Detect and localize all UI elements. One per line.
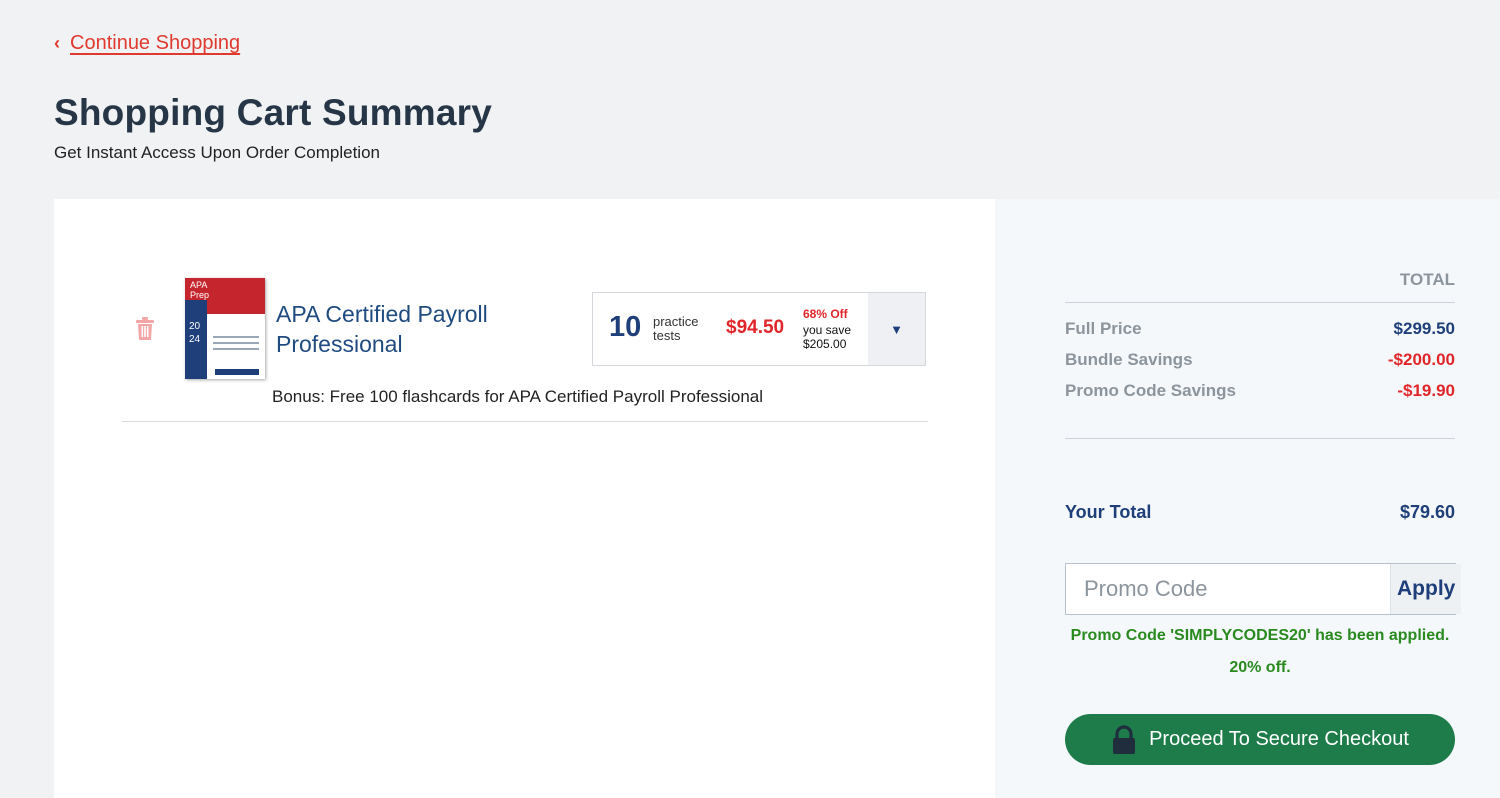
book-year-bottom: 24 bbox=[189, 334, 201, 345]
promo-success-message: Promo Code 'SIMPLYCODES20' has been appl… bbox=[1070, 627, 1450, 676]
checkout-button[interactable]: Proceed To Secure Checkout bbox=[1065, 714, 1455, 765]
page-title: Shopping Cart Summary bbox=[54, 92, 492, 133]
promo-code-form: Apply bbox=[1065, 563, 1462, 615]
your-total-row: Your Total $79.60 bbox=[1065, 502, 1455, 523]
your-total-value: $79.60 bbox=[1399, 502, 1455, 522]
book-label-line2: Prep bbox=[190, 290, 210, 300]
apply-button[interactable]: Apply bbox=[1390, 564, 1462, 614]
cart-panel: APA Prep 20 24 APA Certified Payroll Pro… bbox=[54, 199, 995, 798]
divider bbox=[1065, 302, 1455, 303]
option-discount: 68% Off bbox=[803, 307, 848, 321]
bonus-note: Bonus: Free 100 flashcards for APA Certi… bbox=[272, 387, 764, 406]
summary-row-bundle-savings: Bundle Savings -$200.00 bbox=[1065, 350, 1455, 369]
dropdown-arrow-icon[interactable]: ▼ bbox=[868, 293, 925, 365]
book-label-line1: APA bbox=[190, 280, 208, 290]
product-cover-image: APA Prep 20 24 bbox=[185, 278, 265, 379]
option-unit: practice tests bbox=[653, 314, 699, 343]
quantity-option-select[interactable]: 10 practice tests $94.50 68% Off you sav… bbox=[592, 292, 926, 366]
continue-shopping-link[interactable]: ‹ Continue Shopping bbox=[54, 32, 240, 55]
checkout-label: Proceed To Secure Checkout bbox=[1149, 728, 1409, 750]
trash-icon[interactable] bbox=[134, 317, 156, 341]
summary-row-promo-savings: Promo Code Savings -$19.90 bbox=[1065, 381, 1455, 400]
continue-shopping-label[interactable]: Continue Shopping bbox=[70, 32, 240, 55]
option-savings: you save $205.00 bbox=[803, 323, 852, 351]
chevron-left-icon: ‹ bbox=[54, 33, 60, 53]
option-quantity: 10 bbox=[609, 311, 642, 343]
total-header: TOTAL bbox=[1399, 270, 1455, 289]
divider bbox=[1065, 438, 1455, 439]
divider bbox=[122, 421, 928, 422]
page-subtitle: Get Instant Access Upon Order Completion bbox=[54, 143, 380, 162]
lock-icon bbox=[1113, 724, 1136, 754]
option-price: $94.50 bbox=[726, 317, 785, 338]
promo-code-input[interactable] bbox=[1066, 564, 1390, 614]
book-year-top: 20 bbox=[189, 321, 201, 332]
order-summary-panel: TOTAL Full Price $299.50 Bundle Savings … bbox=[995, 199, 1500, 798]
your-total-label: Your Total bbox=[1065, 502, 1152, 522]
summary-row-full-price: Full Price $299.50 bbox=[1065, 319, 1455, 338]
product-title[interactable]: APA Certified Payroll Professional bbox=[276, 299, 536, 359]
